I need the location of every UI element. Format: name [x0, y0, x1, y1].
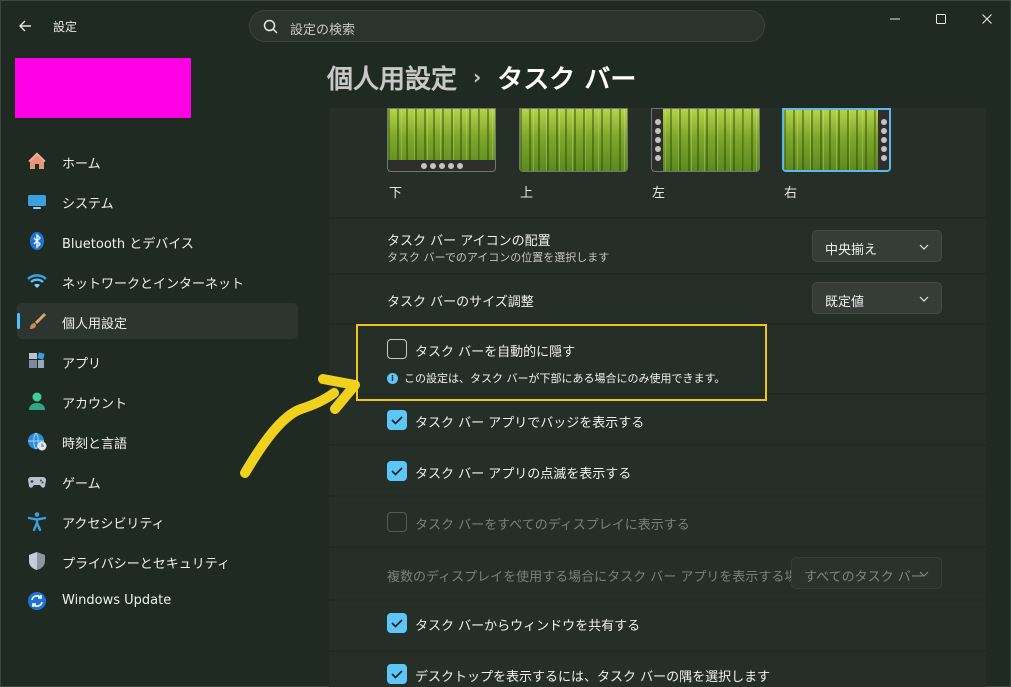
badges-checkbox[interactable] — [387, 410, 407, 430]
back-button[interactable] — [11, 13, 39, 39]
share-window-label[interactable]: タスク バーからウィンドウを共有する — [415, 615, 640, 634]
position-option-right[interactable] — [782, 108, 891, 172]
taskbar-position-section: 下 上 左 右 — [329, 108, 986, 217]
position-option-bottom[interactable] — [387, 108, 496, 172]
multi-display-title: 複数のディスプレイを使用する場合にタスク バー アプリを表示する場所 — [387, 570, 811, 585]
sidebar-item-privacy-security[interactable]: プライバシーとセキュリティ — [17, 543, 298, 579]
alignment-subtitle: タスク バーでのアイコンの位置を選択します — [387, 251, 610, 264]
chevron-down-icon — [919, 244, 929, 250]
checkmark-icon — [391, 467, 403, 476]
alignment-title: タスク バー アイコンの配置 — [387, 234, 551, 249]
sidebar-item-windows-update[interactable]: Windows Update — [17, 583, 298, 619]
highlight-annotation-box — [356, 324, 767, 401]
home-icon — [28, 152, 46, 169]
globe-clock-icon — [28, 432, 47, 451]
setting-row-all-displays: タスク バーをすべてのディスプレイに表示する — [329, 497, 986, 546]
sidebar-item-personalization[interactable]: 個人用設定 — [17, 303, 298, 339]
taskbar-preview — [878, 110, 889, 170]
gamepad-icon — [28, 477, 46, 488]
profile-block[interactable] — [15, 58, 191, 118]
wallpaper-thumbnail — [652, 109, 759, 171]
person-icon — [29, 392, 45, 410]
chevron-down-icon — [919, 571, 929, 577]
search-input[interactable]: 設定の検索 — [249, 10, 765, 42]
maximize-button[interactable] — [918, 7, 964, 31]
flashing-checkbox[interactable] — [387, 461, 407, 481]
badges-label[interactable]: タスク バー アプリでバッジを表示する — [415, 412, 644, 431]
setting-row-badges: タスク バー アプリでバッジを表示する — [329, 395, 986, 444]
share-window-checkbox[interactable] — [387, 613, 407, 633]
taskbar-preview — [652, 109, 663, 171]
position-label-bottom: 下 — [389, 186, 403, 201]
search-placeholder: 設定の検索 — [290, 23, 356, 38]
arrow-left-icon — [19, 20, 31, 32]
flashing-label[interactable]: タスク バー アプリの点滅を表示する — [415, 463, 631, 482]
position-label-right: 右 — [784, 186, 798, 201]
breadcrumb: 個人用設定 › タスク バー — [327, 59, 636, 95]
far-corner-label[interactable]: デスクトップを表示するには、タスク バーの隅を選択します — [415, 666, 770, 685]
search-icon — [263, 19, 278, 34]
sidebar-item-network[interactable]: ネットワークとインターネット — [17, 263, 298, 299]
all-displays-checkbox — [387, 512, 407, 532]
setting-row-flashing: タスク バー アプリの点滅を表示する — [329, 446, 986, 495]
close-button[interactable] — [964, 7, 1010, 31]
page-title: タスク バー — [497, 64, 637, 95]
taskbar-preview — [388, 160, 495, 171]
wifi-icon — [27, 274, 47, 288]
multi-display-dropdown: すべてのタスク バー — [791, 557, 942, 589]
close-icon — [982, 14, 992, 24]
setting-row-far-corner: デスクトップを表示するには、タスク バーの隅を選択します — [329, 652, 986, 687]
all-displays-label: タスク バーをすべてのディスプレイに表示する — [415, 518, 690, 533]
position-label-left: 左 — [652, 186, 666, 201]
title-bar: 設定 設定の検索 — [1, 1, 1011, 49]
update-icon — [28, 592, 46, 610]
far-corner-checkbox[interactable] — [387, 664, 407, 684]
size-dropdown[interactable]: 既定値 — [812, 282, 942, 314]
sidebar-item-accessibility[interactable]: アクセシビリティ — [17, 503, 298, 539]
shield-icon — [29, 552, 45, 570]
size-title: タスク バーのサイズ調整 — [387, 295, 534, 310]
wallpaper-thumbnail — [520, 109, 627, 171]
accessibility-icon — [27, 512, 47, 531]
setting-row-multi-display: 複数のディスプレイを使用する場合にタスク バー アプリを表示する場所 すべてのタ… — [329, 548, 986, 599]
setting-row-alignment: タスク バー アイコンの配置 タスク バーでのアイコンの位置を選択します 中央揃… — [329, 219, 986, 273]
minimize-icon — [890, 18, 900, 20]
alignment-dropdown[interactable]: 中央揃え — [812, 230, 942, 262]
checkmark-icon — [391, 670, 403, 679]
setting-row-size: タスク バーのサイズ調整 既定値 — [329, 275, 986, 323]
checkmark-icon — [391, 416, 403, 425]
paintbrush-icon — [30, 313, 46, 329]
app-title: 設定 — [53, 20, 78, 34]
apps-icon — [29, 352, 45, 368]
setting-row-share-window: タスク バーからウィンドウを共有する — [329, 601, 986, 650]
sidebar-item-system[interactable]: システム — [17, 183, 298, 219]
active-indicator — [17, 313, 20, 329]
maximize-icon — [936, 14, 946, 24]
position-option-left[interactable] — [651, 108, 760, 172]
monitor-icon — [28, 195, 46, 209]
sidebar-item-home[interactable]: ホーム — [17, 143, 298, 179]
minimize-button[interactable] — [872, 7, 918, 31]
yellow-arrow-annotation — [240, 374, 360, 478]
chevron-down-icon — [919, 296, 929, 302]
wallpaper-thumbnail — [784, 110, 889, 170]
breadcrumb-parent[interactable]: 個人用設定 — [327, 59, 457, 96]
sidebar-item-bluetooth[interactable]: Bluetooth とデバイス — [17, 223, 298, 259]
checkmark-icon — [391, 619, 403, 628]
bluetooth-icon — [30, 232, 44, 250]
position-label-top: 上 — [520, 186, 534, 201]
position-option-top[interactable] — [519, 108, 628, 172]
breadcrumb-separator: › — [473, 65, 482, 89]
